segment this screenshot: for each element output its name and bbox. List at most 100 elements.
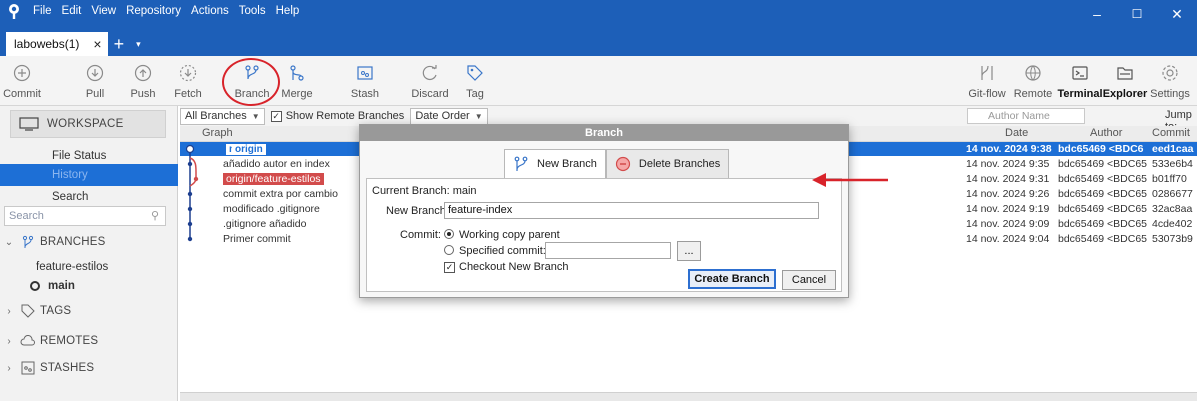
dialog-title: Branch [360,125,848,141]
radio-on-icon [444,229,454,239]
checkbox-checked-icon: ✓ [444,262,455,273]
chevron-down-icon: ▼ [474,111,483,121]
monitor-icon [19,117,39,131]
workspace-header[interactable]: WORKSPACE [10,110,166,138]
commit-icon [11,62,33,84]
close-window-button[interactable]: ✕ [1157,0,1197,28]
branch-icon [18,235,38,249]
stash-button[interactable]: Stash [348,56,382,104]
close-tab-icon[interactable]: × [93,36,101,52]
repo-tab[interactable]: labowebs(1) × [6,32,108,56]
radio-specified-commit[interactable]: Specified commit: [444,245,546,257]
maximize-button[interactable]: ☐ [1117,0,1157,28]
push-icon [132,62,154,84]
branch-label-origin-feature: origin/feature-estilos [223,173,324,185]
tag-button[interactable]: Tag [460,56,490,104]
settings-button[interactable]: Settings [1150,56,1190,104]
sourcetree-window: File Edit View Repository Actions Tools … [0,0,1197,401]
gitflow-button[interactable]: Git-flow [968,56,1006,104]
discard-button[interactable]: Discard [410,56,450,104]
order-combo[interactable]: Date Order ▼ [410,107,488,125]
stash-icon [18,361,38,375]
main-toolbar: Commit Pull Push Fetch Branch Merge Stas… [0,56,1197,106]
checkout-checkbox[interactable]: ✓ Checkout New Branch [444,261,568,273]
tags-section[interactable]: › TAGS [0,300,178,322]
col-graph: Graph [202,127,233,139]
sourcetree-logo-icon [0,0,28,22]
discard-icon [419,62,441,84]
new-branch-input[interactable]: feature-index [444,202,819,219]
branches-section[interactable]: ⌄ BRANCHES [0,231,178,253]
col-commit: Commit [1152,127,1190,139]
stash-icon [354,62,376,84]
sidebar: WORKSPACE File Status History Search Sea… [0,106,178,401]
browse-commit-button[interactable]: ... [677,241,701,261]
merge-button[interactable]: Merge [280,56,314,104]
pull-icon [84,62,106,84]
menu-bar: File Edit View Repository Actions Tools … [0,0,1197,22]
show-remote-checkbox[interactable]: ✓ [270,110,282,122]
chevron-down-icon: ▼ [251,111,260,121]
author-filter-input[interactable]: Author Name [967,108,1085,124]
fetch-icon [177,62,199,84]
annotation-arrow [812,173,888,187]
globe-icon [1022,62,1044,84]
merge-icon [286,62,308,84]
col-date: Date [1005,127,1029,139]
menu-edit[interactable]: Edit [57,0,87,22]
search-icon: ⚲ [150,210,159,222]
radio-off-icon [444,245,454,255]
pull-button[interactable]: Pull [79,56,111,104]
dialog-body: Current Branch: main New Branch: feature… [366,178,842,292]
tab-list-dropdown[interactable]: ▾ [130,32,147,56]
terminal-icon [1069,62,1091,84]
terminal-button[interactable]: Terminal [1057,56,1103,104]
branch-dialog: Branch New Branch Delete Branches Curren… [359,124,849,298]
menu-actions[interactable]: Actions [186,0,234,22]
current-branch-label: Current Branch: main [372,185,477,197]
sidebar-branch-main[interactable]: main [0,275,178,297]
create-branch-button[interactable]: Create Branch [688,269,776,289]
title-bar: File Edit View Repository Actions Tools … [0,0,1197,56]
chevron-down-icon: ⌄ [4,236,14,248]
branches-combo[interactable]: All Branches ▼ [180,107,265,125]
branch-icon [513,156,529,172]
radio-working-copy[interactable]: Working copy parent [444,229,560,241]
menu-tools[interactable]: Tools [234,0,271,22]
show-remote-label: Show Remote Branches [285,110,405,122]
current-branch-icon [30,281,40,291]
menu-help[interactable]: Help [271,0,305,22]
menu-view[interactable]: View [86,0,121,22]
col-author: Author [1090,127,1123,139]
push-button[interactable]: Push [127,56,159,104]
sidebar-item-search[interactable]: Search [0,186,178,208]
new-branch-label: New Branch: [386,205,449,217]
repo-tab-label: labowebs(1) [14,37,80,51]
gear-icon [1159,62,1181,84]
dialog-tabs: New Branch Delete Branches [504,149,730,179]
menu-repository[interactable]: Repository [121,0,186,22]
sidebar-item-history[interactable]: History [0,164,178,186]
tag-icon [464,62,486,84]
explorer-button[interactable]: Explorer [1103,56,1147,104]
cancel-button[interactable]: Cancel [782,270,836,290]
chevron-right-icon: › [7,305,11,317]
annotation-circle [222,58,280,106]
fetch-button[interactable]: Fetch [172,56,204,104]
specified-commit-input[interactable] [545,242,671,259]
minimize-button[interactable]: – [1077,0,1117,28]
delete-icon [615,156,631,172]
commit-label: Commit: [400,229,441,241]
new-tab-button[interactable]: + [108,32,131,56]
menu-file[interactable]: File [28,0,57,22]
tab-new-branch[interactable]: New Branch [504,149,606,179]
panel-splitter[interactable] [180,392,1197,401]
remotes-section[interactable]: › REMOTES [0,330,178,352]
gitflow-icon [976,62,998,84]
stashes-section[interactable]: › STASHES [0,357,178,379]
chevron-right-icon: › [7,362,11,374]
tab-delete-branches[interactable]: Delete Branches [605,149,730,179]
remote-button[interactable]: Remote [1013,56,1053,104]
sidebar-search-input[interactable]: Search ⚲ [4,206,166,226]
commit-button[interactable]: Commit [3,56,41,104]
